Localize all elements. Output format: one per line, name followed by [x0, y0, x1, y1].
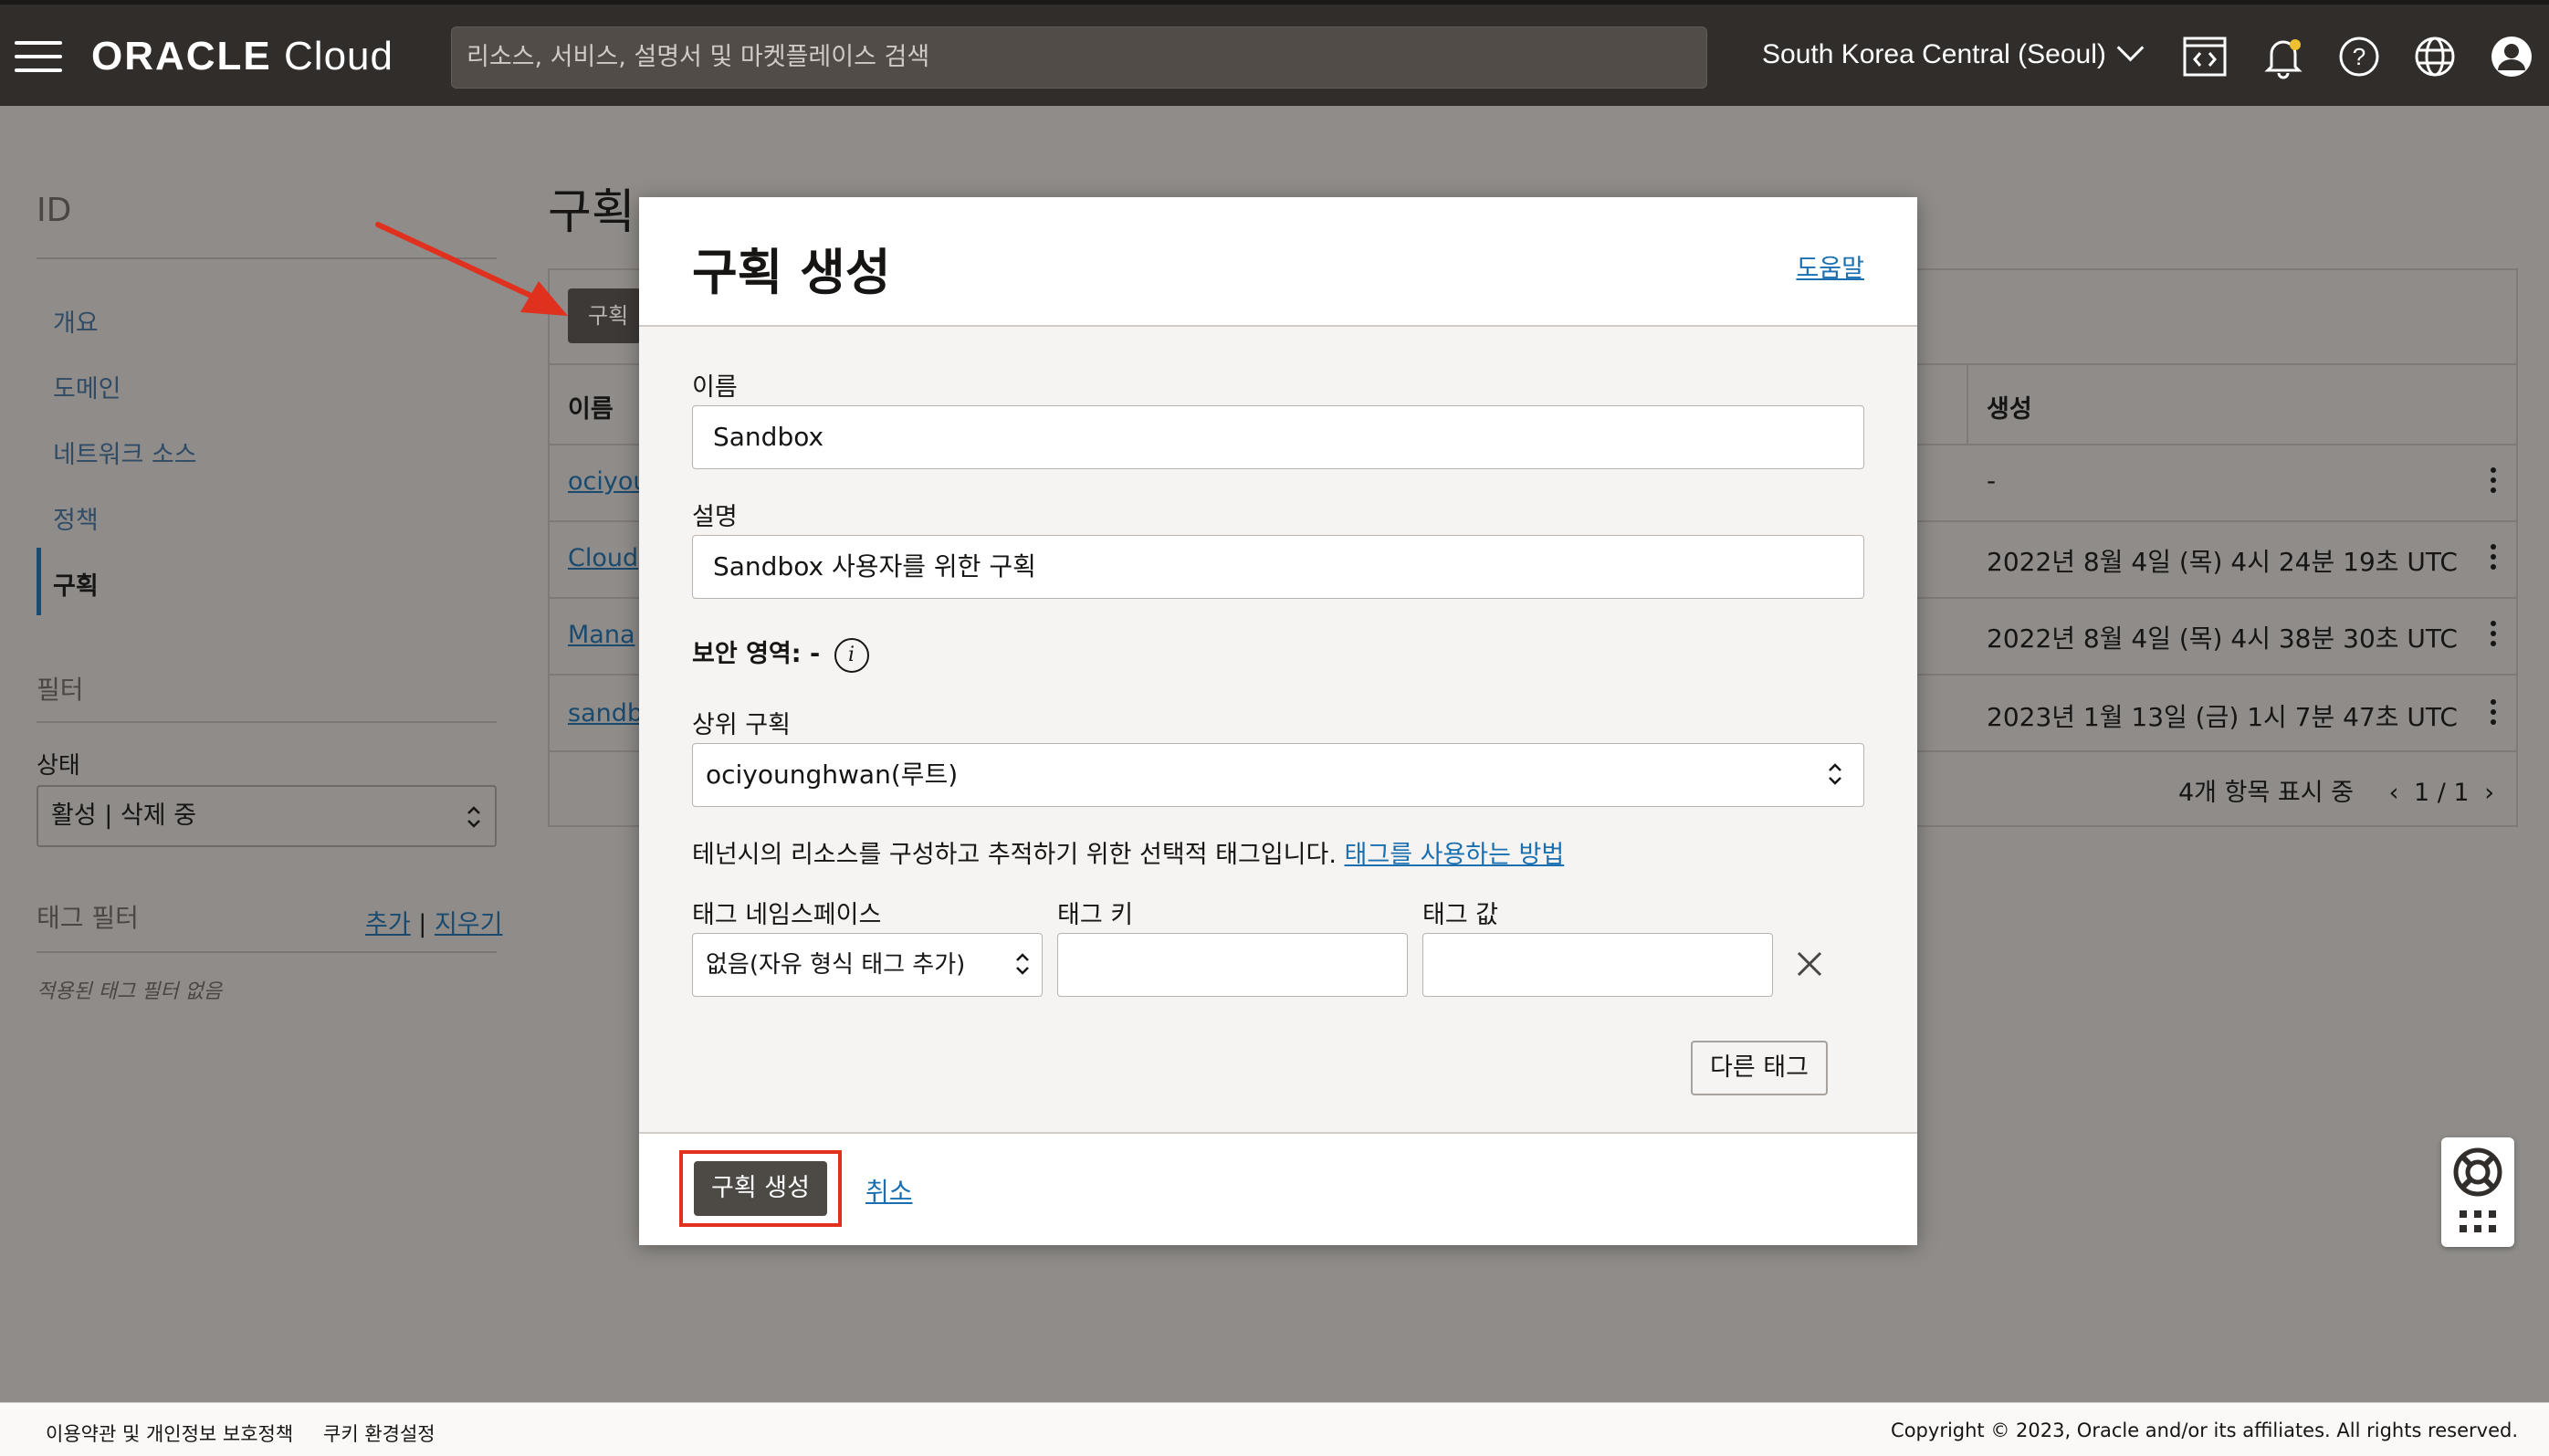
sidebar-title: ID — [37, 192, 72, 229]
kebab-menu-icon[interactable] — [2491, 467, 2496, 498]
tag-filter-note: 적용된 태그 필터 없음 — [37, 980, 223, 1003]
sort-updown-icon — [467, 806, 480, 828]
create-compartment-button[interactable]: 구획 생성 — [694, 1161, 827, 1216]
bell-icon[interactable] — [2259, 32, 2308, 81]
brand-oracle: ORACLE — [91, 34, 272, 79]
divider — [37, 951, 497, 953]
tag-namespace-label: 태그 네임스페이스 — [692, 901, 882, 929]
kebab-menu-icon[interactable] — [2491, 621, 2496, 651]
column-header-name[interactable]: 이름 — [568, 389, 614, 424]
globe-icon[interactable] — [2410, 32, 2460, 81]
description-input[interactable]: Sandbox 사용자를 위한 구획 — [692, 535, 1864, 599]
state-select[interactable]: 활성 | 삭제 중 — [37, 785, 497, 847]
security-zone: 보안 영역: - i — [692, 634, 869, 673]
filter-title: 필터 — [37, 675, 84, 705]
help-icon[interactable]: ? — [2334, 32, 2384, 81]
divider — [37, 721, 497, 723]
footer: 이용약관 및 개인정보 보호정책 쿠키 환경설정 Copyright © 202… — [0, 1402, 2549, 1456]
name-label: 이름 — [692, 373, 738, 402]
tag-key-label: 태그 키 — [1057, 901, 1134, 929]
column-header-created[interactable]: 생성 — [1987, 389, 2032, 424]
sort-updown-icon — [1016, 953, 1029, 975]
user-icon[interactable] — [2487, 32, 2536, 81]
table-row-created: 2022년 8월 4일 (목) 4시 38분 30초 UTC — [1987, 623, 2458, 654]
table-row-created: 2023년 1월 13일 (금) 1시 7분 47초 UTC — [1987, 702, 2458, 732]
cancel-link[interactable]: 취소 — [865, 1172, 913, 1209]
parent-compartment-select[interactable]: ociyounghwan(루트) — [692, 743, 1864, 807]
table-row-name-link[interactable]: sandb — [568, 699, 643, 728]
tag-filter-clear-link[interactable]: 지우기 — [435, 910, 503, 938]
lifebuoy-icon[interactable] — [2452, 1147, 2503, 1198]
svg-text:?: ? — [2353, 43, 2365, 70]
name-input[interactable]: Sandbox — [692, 405, 1864, 469]
region-selector[interactable]: South Korea Central (Seoul) — [1762, 34, 2145, 70]
parent-compartment-label: 상위 구획 — [692, 711, 791, 739]
help-link[interactable]: 도움말 — [1796, 248, 1864, 284]
table-row-created: 2022년 8월 4일 (목) 4시 24분 19초 UTC — [1987, 547, 2458, 577]
tag-help-text: 테넌시의 리소스를 구성하고 추적하기 위한 선택적 태그입니다. 태그를 사용… — [692, 834, 1564, 870]
sort-updown-icon — [1829, 763, 1841, 785]
code-editor-icon[interactable] — [2180, 32, 2229, 81]
parent-compartment-value: ociyounghwan(루트) — [706, 759, 959, 790]
dialog-title: 구획 생성 — [692, 244, 891, 301]
close-icon[interactable] — [1791, 946, 1828, 982]
table-row-name-link[interactable]: Cloud — [568, 544, 638, 572]
brand-cloud: Cloud — [284, 34, 393, 79]
sidebar-item-overview[interactable]: 개요 — [53, 303, 99, 339]
tag-value-input[interactable] — [1422, 933, 1773, 997]
tag-filter-links: 추가 | 지우기 — [365, 904, 502, 939]
cookie-settings-link[interactable]: 쿠키 환경설정 — [323, 1419, 435, 1447]
security-zone-label: 보안 영역: - — [692, 640, 821, 668]
tag-filter-title: 태그 필터 — [37, 903, 139, 933]
tag-filter-add-link[interactable]: 추가 — [365, 910, 411, 938]
tag-namespace-value: 없음(자유 형식 태그 추가) — [706, 951, 966, 979]
region-label: South Korea Central (Seoul) — [1762, 39, 2106, 69]
tag-namespace-select[interactable]: 없음(자유 형식 태그 추가) — [692, 933, 1043, 997]
dialog-header: 구획 생성 도움말 — [639, 197, 1917, 327]
pager-page: 1 / 1 — [2413, 779, 2470, 807]
chevron-left-icon[interactable]: ‹ — [2389, 779, 2399, 807]
create-compartment-dialog: 구획 생성 도움말 이름 Sandbox 설명 Sandbox 사용자를 위한 … — [639, 197, 1917, 1245]
table-row-created: - — [1987, 466, 1997, 496]
kebab-menu-icon[interactable] — [2491, 699, 2496, 729]
add-tag-button[interactable]: 다른 태그 — [1691, 1041, 1828, 1095]
annotation-arrow-icon — [375, 222, 568, 316]
active-indicator — [37, 548, 41, 615]
column-divider — [1967, 363, 1968, 444]
tag-help-link[interactable]: 태그를 사용하는 방법 — [1345, 841, 1565, 869]
chevron-right-icon[interactable]: › — [2484, 779, 2494, 807]
sidebar-item-compartments[interactable]: 구획 — [53, 566, 99, 602]
copyright: Copyright © 2023, Oracle and/or its affi… — [1891, 1419, 2518, 1441]
search-input[interactable]: 리소스, 서비스, 설명서 및 마켓플레이스 검색 — [451, 26, 1707, 89]
tag-help-description: 테넌시의 리소스를 구성하고 추적하기 위한 선택적 태그입니다. — [692, 841, 1337, 869]
help-widget[interactable] — [2441, 1137, 2514, 1247]
top-bar: ORACLE Cloud 리소스, 서비스, 설명서 및 마켓플레이스 검색 S… — [0, 0, 2549, 106]
sidebar-item-policies[interactable]: 정책 — [53, 500, 99, 536]
tag-value-label: 태그 값 — [1422, 901, 1499, 929]
description-label: 설명 — [692, 503, 738, 531]
highlight-box: 구획 생성 — [679, 1150, 842, 1227]
pagination: 4개 항목 표시 중 ‹ 1 / 1 › — [2178, 772, 2494, 808]
pager-count: 4개 항목 표시 중 — [2178, 779, 2354, 807]
state-label: 상태 — [37, 752, 80, 780]
state-value: 활성 | 삭제 중 — [51, 801, 197, 830]
sidebar-item-domains[interactable]: 도메인 — [53, 369, 121, 404]
table-row-name-link[interactable]: ociyou — [568, 467, 648, 496]
kebab-menu-icon[interactable] — [2491, 544, 2496, 574]
tag-key-input[interactable] — [1057, 933, 1408, 997]
dialog-footer: 구획 생성 취소 — [639, 1132, 1917, 1245]
chevron-down-icon — [2116, 34, 2145, 62]
oracle-cloud-logo[interactable]: ORACLE Cloud — [91, 34, 393, 79]
info-icon[interactable]: i — [834, 637, 869, 673]
sidebar-item-network-sources[interactable]: 네트워크 소스 — [53, 435, 197, 470]
separator: | — [410, 910, 435, 938]
apps-grid-icon[interactable] — [2458, 1209, 2498, 1236]
menu-icon[interactable] — [15, 41, 62, 72]
table-row-name-link[interactable]: Mana — [568, 621, 635, 649]
terms-link[interactable]: 이용약관 및 개인정보 보호정책 — [46, 1419, 293, 1447]
